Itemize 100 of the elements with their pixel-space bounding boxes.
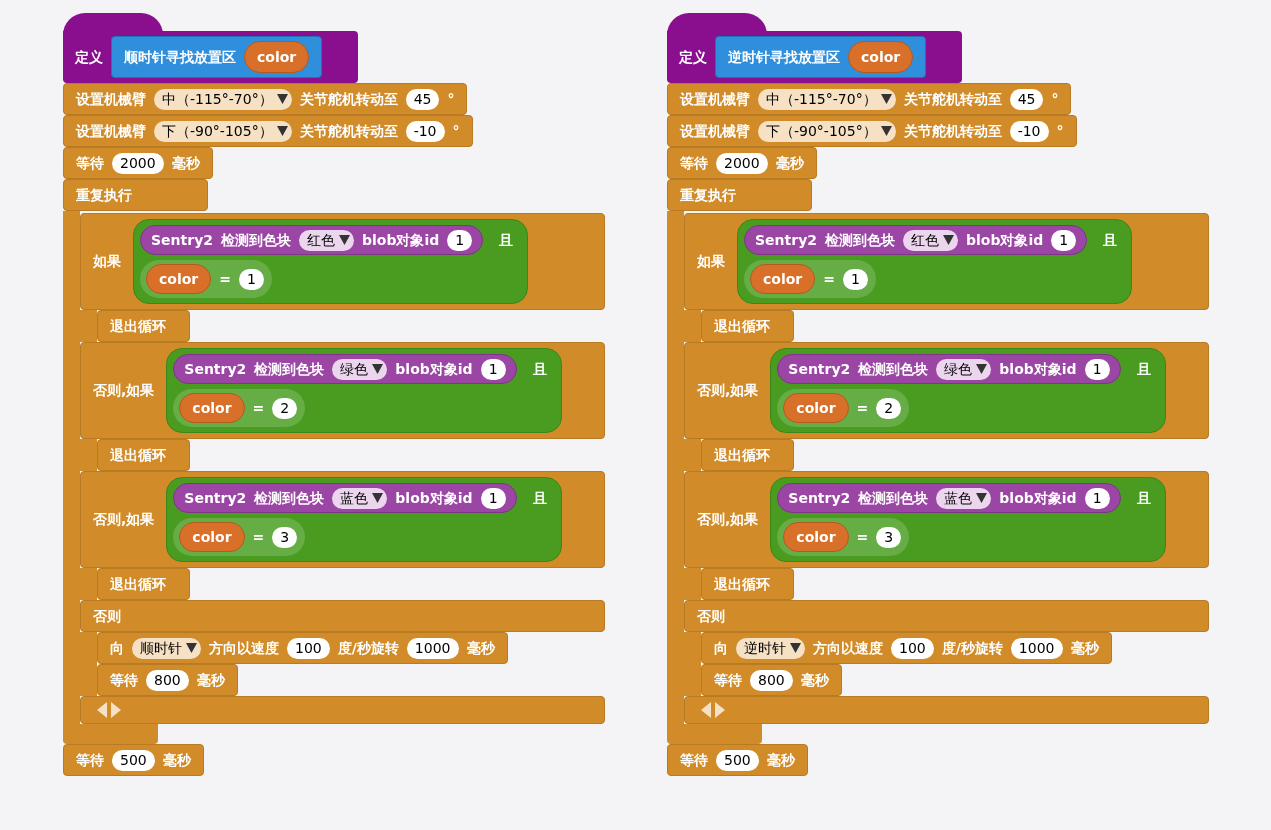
sentry-color-blob-block[interactable]: Sentry2 检测到色块 蓝色 blob对象id 1 (173, 483, 517, 513)
number-field[interactable]: 2 (876, 397, 902, 419)
number-field[interactable]: 500 (112, 749, 155, 771)
number-field[interactable]: -10 (405, 120, 445, 142)
block-label: ° (447, 89, 455, 109)
dropdown[interactable]: 下（-90°-105°） (154, 120, 292, 142)
block-label: = (856, 527, 869, 547)
if-block-header[interactable]: 否则,如果 Sentry2 检测到色块 绿色 blob对象id 1 且 color = 2 (684, 342, 1209, 439)
number-field[interactable]: 45 (405, 88, 440, 110)
block-label: 且 (498, 230, 515, 250)
number-field[interactable]: 500 (716, 749, 759, 771)
block-label: Sentry2 (184, 488, 247, 508)
number-field[interactable]: 800 (146, 669, 189, 691)
and-condition-block[interactable]: Sentry2 检测到色块 绿色 blob对象id 1 且 color = 2 (166, 348, 562, 433)
wait-block[interactable]: 等待 2000 毫秒 (63, 147, 213, 179)
dropdown[interactable]: 红色 (903, 229, 958, 251)
sentry-color-blob-block[interactable]: Sentry2 检测到色块 绿色 blob对象id 1 (173, 354, 517, 384)
equals-block[interactable]: color = 3 (173, 518, 306, 556)
caret-icon (790, 643, 801, 653)
number-field[interactable]: 1 (843, 268, 868, 290)
add-branch-icon[interactable] (111, 702, 121, 718)
and-condition-block[interactable]: Sentry2 检测到色块 红色 blob对象id 1 且 color = 1 (737, 219, 1133, 304)
remove-branch-icon[interactable] (97, 702, 107, 718)
number-field[interactable]: 2 (272, 397, 298, 419)
number-field[interactable]: 1 (480, 358, 506, 380)
caret-icon (339, 235, 350, 245)
number-field[interactable]: 1000 (1010, 637, 1063, 659)
dropdown[interactable]: 红色 (299, 229, 354, 251)
dropdown[interactable]: 绿色 (936, 358, 992, 380)
sentry-color-blob-block[interactable]: Sentry2 检测到色块 蓝色 blob对象id 1 (777, 483, 1121, 513)
block-label: 等待 (110, 670, 138, 690)
and-condition-block[interactable]: Sentry2 检测到色块 蓝色 blob对象id 1 且 color = 3 (166, 477, 562, 562)
dropdown[interactable]: 中（-115°-70°） (154, 88, 292, 110)
number-field[interactable]: 2000 (716, 152, 768, 174)
number-field[interactable]: 1 (1084, 487, 1110, 509)
set-arm-block[interactable]: 设置机械臂 下（-90°-105°） 关节舵机转动至 -10 ° (667, 115, 1077, 147)
block-label: 度/秒旋转 (941, 638, 1003, 658)
wait-block[interactable]: 等待 800 毫秒 (701, 664, 842, 696)
block-label: blob对象id (395, 359, 473, 379)
block-label: 检测到色块 (254, 488, 325, 508)
if-block-header[interactable]: 否则,如果 Sentry2 检测到色块 绿色 blob对象id 1 且 color = 2 (80, 342, 605, 439)
number-field[interactable]: 100 (891, 637, 934, 659)
block-label: 检测到色块 (825, 230, 895, 250)
block-label: 向 (714, 638, 728, 658)
and-condition-block[interactable]: Sentry2 检测到色块 蓝色 blob对象id 1 且 color = 3 (770, 477, 1166, 562)
if-block-arm (80, 439, 97, 471)
number-field[interactable]: 1 (447, 229, 473, 251)
dropdown[interactable]: 蓝色 (936, 487, 992, 509)
rotate-block[interactable]: 向 逆时针 方向以速度 100 度/秒旋转 1000 毫秒 (701, 632, 1112, 664)
block-label: 定义 (75, 47, 103, 67)
and-condition-block[interactable]: Sentry2 检测到色块 红色 blob对象id 1 且 color = 1 (133, 219, 529, 304)
caret-icon (372, 493, 384, 503)
number-field[interactable]: 1 (1084, 358, 1110, 380)
wait-block[interactable]: 等待 2000 毫秒 (667, 147, 817, 179)
equals-block[interactable]: color = 2 (777, 389, 910, 427)
add-branch-icon[interactable] (715, 702, 725, 718)
if-block-header[interactable]: 否则,如果 Sentry2 检测到色块 蓝色 blob对象id 1 且 color = 3 (684, 471, 1209, 568)
number-field[interactable]: 1000 (406, 637, 459, 659)
number-field[interactable]: 3 (876, 526, 902, 548)
dropdown[interactable]: 绿色 (332, 358, 388, 380)
number-field[interactable]: 800 (750, 669, 793, 691)
set-arm-block[interactable]: 设置机械臂 下（-90°-105°） 关节舵机转动至 -10 ° (63, 115, 473, 147)
dropdown[interactable]: 顺时针 (132, 637, 201, 659)
equals-block[interactable]: color = 1 (140, 260, 272, 298)
number-field[interactable]: 3 (272, 526, 298, 548)
equals-block[interactable]: color = 2 (173, 389, 306, 427)
number-field[interactable]: 1 (1051, 229, 1077, 251)
if-block-header[interactable]: 如果 Sentry2 检测到色块 红色 blob对象id 1 且 color = 1 (80, 213, 605, 310)
block-label: blob对象id (395, 488, 473, 508)
if-block-arm (684, 568, 701, 600)
if-block-header[interactable]: 否则,如果 Sentry2 检测到色块 蓝色 blob对象id 1 且 color = 3 (80, 471, 605, 568)
wait-block[interactable]: 等待 500 毫秒 (667, 744, 808, 776)
number-field[interactable]: -10 (1009, 120, 1049, 142)
block-label: blob对象id (999, 359, 1077, 379)
sentry-color-blob-block[interactable]: Sentry2 检测到色块 红色 blob对象id 1 (744, 225, 1088, 255)
dropdown[interactable]: 逆时针 (736, 637, 805, 659)
number-field[interactable]: 1 (239, 268, 264, 290)
block-label: 方向以速度 (209, 638, 279, 658)
number-field[interactable]: 1 (480, 487, 506, 509)
block-label: 设置机械臂 (76, 121, 146, 141)
wait-block[interactable]: 等待 500 毫秒 (63, 744, 204, 776)
number-field[interactable]: 45 (1009, 88, 1044, 110)
if-block-header[interactable]: 如果 Sentry2 检测到色块 红色 blob对象id 1 且 color = 1 (684, 213, 1209, 310)
dropdown[interactable]: 下（-90°-105°） (758, 120, 896, 142)
rotate-block[interactable]: 向 顺时针 方向以速度 100 度/秒旋转 1000 毫秒 (97, 632, 508, 664)
sentry-color-blob-block[interactable]: Sentry2 检测到色块 绿色 blob对象id 1 (777, 354, 1121, 384)
and-condition-block[interactable]: Sentry2 检测到色块 绿色 blob对象id 1 且 color = 2 (770, 348, 1166, 433)
dropdown[interactable]: 中（-115°-70°） (758, 88, 896, 110)
set-arm-block[interactable]: 设置机械臂 中（-115°-70°） 关节舵机转动至 45 ° (63, 83, 468, 115)
remove-branch-icon[interactable] (701, 702, 711, 718)
block-label: 否则,如果 (697, 381, 760, 400)
number-field[interactable]: 2000 (112, 152, 164, 174)
dropdown[interactable]: 蓝色 (332, 487, 388, 509)
equals-block[interactable]: color = 3 (777, 518, 910, 556)
equals-block[interactable]: color = 1 (744, 260, 876, 298)
number-field[interactable]: 100 (287, 637, 330, 659)
set-arm-block[interactable]: 设置机械臂 中（-115°-70°） 关节舵机转动至 45 ° (667, 83, 1072, 115)
sentry-color-blob-block[interactable]: Sentry2 检测到色块 红色 blob对象id 1 (140, 225, 484, 255)
block-label: = (856, 398, 869, 418)
wait-block[interactable]: 等待 800 毫秒 (97, 664, 238, 696)
